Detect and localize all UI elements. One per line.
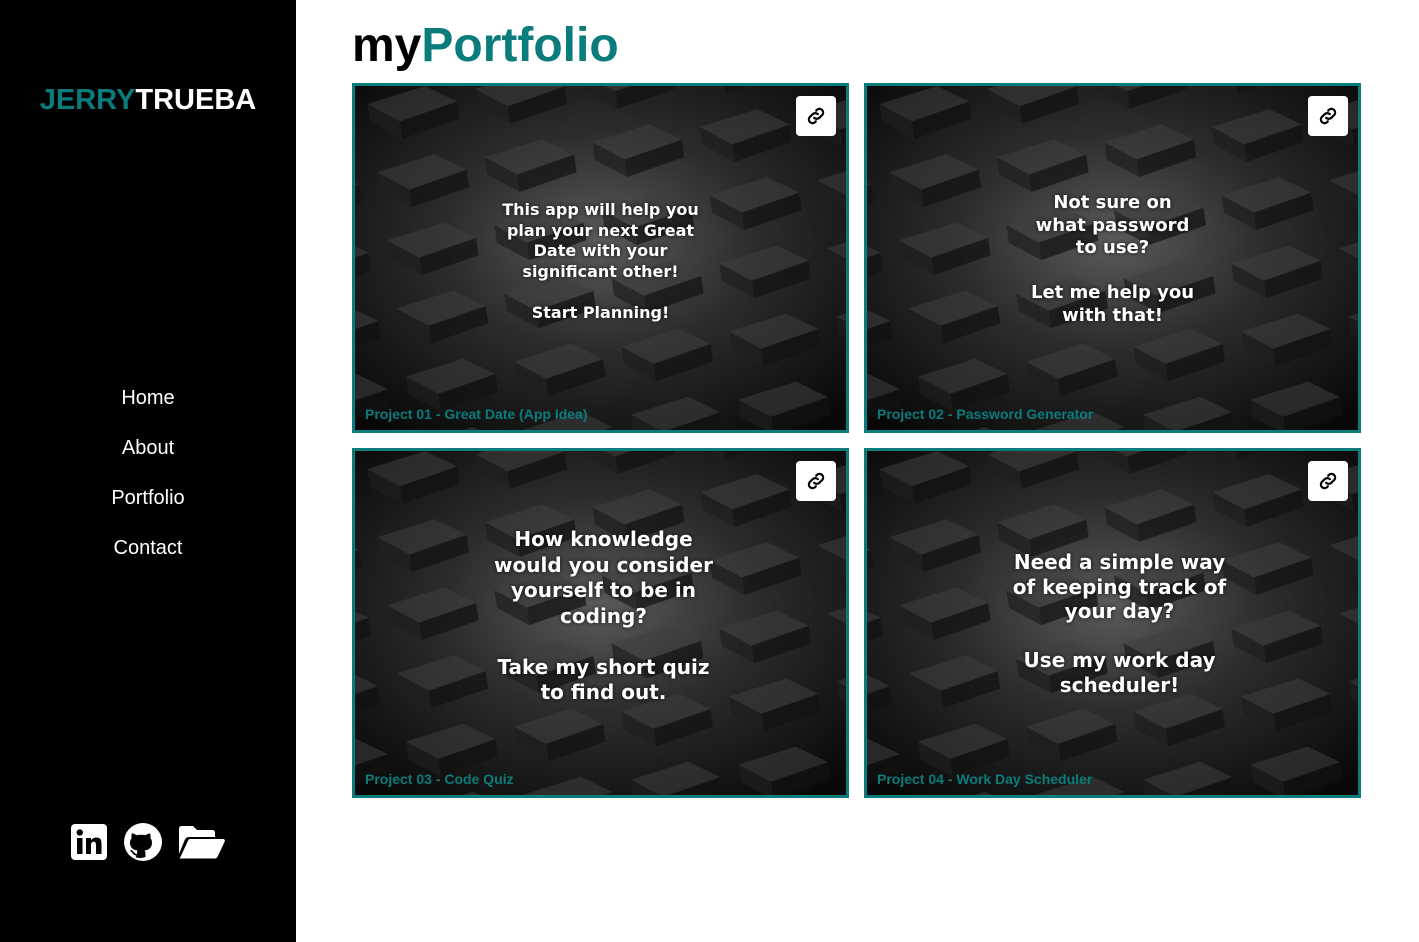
sidebar: JERRYTRUEBA Home About Portfolio Contact bbox=[0, 0, 296, 942]
project-4-message: Need a simple way of keeping track of yo… bbox=[1012, 550, 1227, 697]
project-2-caption: Project 02 - Password Generator bbox=[877, 406, 1094, 422]
project-card-1[interactable]: This app will help you plan your next Gr… bbox=[352, 83, 849, 433]
main-nav: Home About Portfolio Contact bbox=[0, 384, 296, 584]
brand-first-name: JERRY bbox=[39, 84, 136, 116]
link-icon bbox=[1319, 107, 1337, 125]
brand-logo[interactable]: JERRYTRUEBA bbox=[0, 84, 296, 117]
nav-contact-link[interactable]: Contact bbox=[0, 534, 296, 584]
project-4-link-button[interactable] bbox=[1308, 461, 1348, 501]
project-3-message: How knowledge would you consider yoursel… bbox=[494, 527, 713, 704]
folder-open-icon[interactable] bbox=[177, 823, 225, 861]
project-1-link-button[interactable] bbox=[796, 96, 836, 136]
main-content: myPortfolio This app will help you plan … bbox=[296, 0, 1419, 942]
link-icon bbox=[807, 472, 825, 490]
project-3-caption: Project 03 - Code Quiz bbox=[365, 771, 514, 787]
link-icon bbox=[1319, 472, 1337, 490]
nav-portfolio-link[interactable]: Portfolio bbox=[0, 484, 296, 534]
project-card-2[interactable]: Not sure on what password to use? Let me… bbox=[864, 83, 1361, 433]
link-icon bbox=[807, 107, 825, 125]
brand-last-name: TRUEBA bbox=[135, 84, 257, 116]
project-1-message: This app will help you plan your next Gr… bbox=[502, 200, 699, 322]
project-4-caption: Project 04 - Work Day Scheduler bbox=[877, 771, 1093, 787]
page-title: myPortfolio bbox=[352, 16, 619, 76]
social-links bbox=[0, 822, 296, 862]
project-2-message: Not sure on what password to use? Let me… bbox=[1030, 192, 1195, 326]
project-2-link-button[interactable] bbox=[1308, 96, 1348, 136]
github-icon[interactable] bbox=[123, 822, 163, 862]
project-card-3[interactable]: How knowledge would you consider yoursel… bbox=[352, 448, 849, 798]
nav-home-link[interactable]: Home bbox=[0, 384, 296, 434]
page-title-main: Portfolio bbox=[421, 19, 619, 72]
project-card-4[interactable]: Need a simple way of keeping track of yo… bbox=[864, 448, 1361, 798]
nav-about-link[interactable]: About bbox=[0, 434, 296, 484]
project-3-link-button[interactable] bbox=[796, 461, 836, 501]
project-1-caption: Project 01 - Great Date (App Idea) bbox=[365, 406, 588, 422]
page-title-prefix: my bbox=[352, 19, 422, 72]
linkedin-icon[interactable] bbox=[71, 824, 107, 860]
